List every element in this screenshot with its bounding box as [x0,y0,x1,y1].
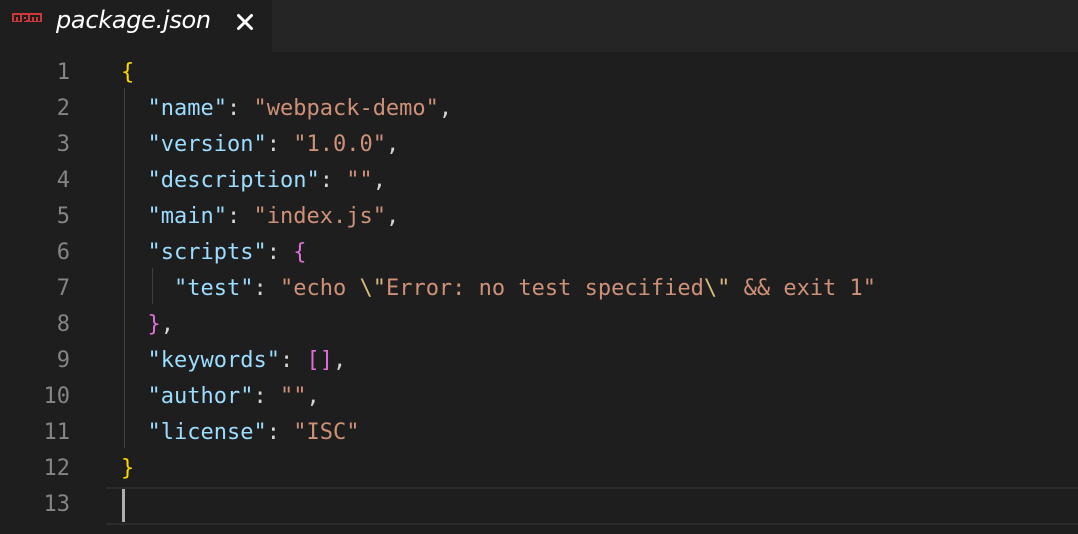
code-token: [] [306,348,333,373]
line-number: 2 [56,96,70,121]
code-token: { [293,240,307,265]
line-number: 12 [43,456,71,481]
line-number: 10 [43,384,71,409]
code-token: "index.js" [253,204,386,229]
line-number: 7 [56,276,70,301]
code-text: "scripts": { [121,235,307,271]
code-text: "author": "", [121,379,320,415]
code-token: "main" [147,204,227,229]
code-token: \" [359,276,386,301]
code-text: "main": "index.js", [121,199,400,235]
line-number: 4 [56,168,70,193]
code-text: "keywords": [], [121,343,347,379]
code-text: "license": "ISC" [121,415,360,451]
line-number: 6 [56,240,70,265]
code-token: "version" [147,132,267,157]
code-text: "version": "1.0.0", [121,127,400,163]
editor-window: package.json 1{2 "name": "webpack-demo",… [0,0,1078,534]
code-editor[interactable]: 1{2 "name": "webpack-demo", 3 "version": … [0,52,1078,534]
code-token: : [253,276,280,301]
code-token: , [385,132,400,157]
close-icon[interactable] [233,10,257,34]
code-token: : [266,240,294,265]
code-token: , [160,312,174,337]
code-token: "echo [279,276,360,301]
text-cursor [122,489,125,522]
code-line: 2 "name": "webpack-demo", [0,91,1078,127]
code-line: 11 "license": "ISC" [0,415,1078,451]
code-line: 8 }, [0,307,1078,343]
code-token: "webpack-demo" [253,96,439,121]
code-token: : [319,168,347,193]
code-line: 5 "main": "index.js", [0,199,1078,235]
code-line: 1{ [0,55,1078,91]
code-token: "" [346,168,373,193]
tab-bar: package.json [0,0,1078,52]
line-number: 9 [56,348,70,373]
code-text: "test": "echo \"Error: no test specified… [121,271,876,307]
line-number: 11 [43,420,71,445]
code-token: , [372,168,386,193]
code-token: : [279,348,307,373]
line-number: 8 [56,312,70,337]
line-number: 13 [43,492,71,517]
code-text: "description": "", [121,163,386,199]
code-token: "license" [147,420,267,445]
code-line: 6 "scripts": { [0,235,1078,271]
code-token: { [121,60,135,85]
code-token: : [226,96,254,121]
code-token: "author" [147,384,254,409]
code-token: } [121,456,135,481]
code-text: "name": "webpack-demo", [121,91,453,127]
line-number: 5 [56,204,70,229]
code-line: 4 "description": "", [0,163,1078,199]
code-token: , [438,96,453,121]
code-token: , [332,348,347,373]
code-token: "name" [147,96,227,121]
code-token: "ISC" [293,420,360,445]
code-token: } [147,312,161,337]
code-token: \" [703,276,731,301]
code-token: : [253,384,280,409]
line-number: 3 [56,132,70,157]
code-text: }, [121,307,175,343]
code-token: && exit 1" [730,276,877,301]
code-token: : [266,132,294,157]
npm-icon [12,13,42,22]
code-text: { [121,55,134,91]
code-line: 12} [0,451,1078,487]
code-token: "test" [173,276,254,301]
code-line: 10 "author": "", [0,379,1078,415]
code-token: "description" [147,168,320,193]
code-token: : [266,420,294,445]
tab-package-json[interactable]: package.json [0,0,272,52]
code-token: "keywords" [147,348,280,373]
code-token: "" [279,384,307,409]
code-token: Error: no test specified [385,276,704,301]
code-line: 9 "keywords": [], [0,343,1078,379]
code-token: , [306,384,320,409]
code-token: : [226,204,254,229]
code-line: 13 [0,487,1078,523]
tab-title: package.json [56,6,211,34]
code-token: , [385,204,400,229]
code-line: 3 "version": "1.0.0", [0,127,1078,163]
code-token: "1.0.0" [293,132,386,157]
code-text: } [121,451,134,487]
line-number: 1 [56,60,70,85]
code-line: 7 "test": "echo \"Error: no test specifi… [0,271,1078,307]
code-token: "scripts" [147,240,267,265]
